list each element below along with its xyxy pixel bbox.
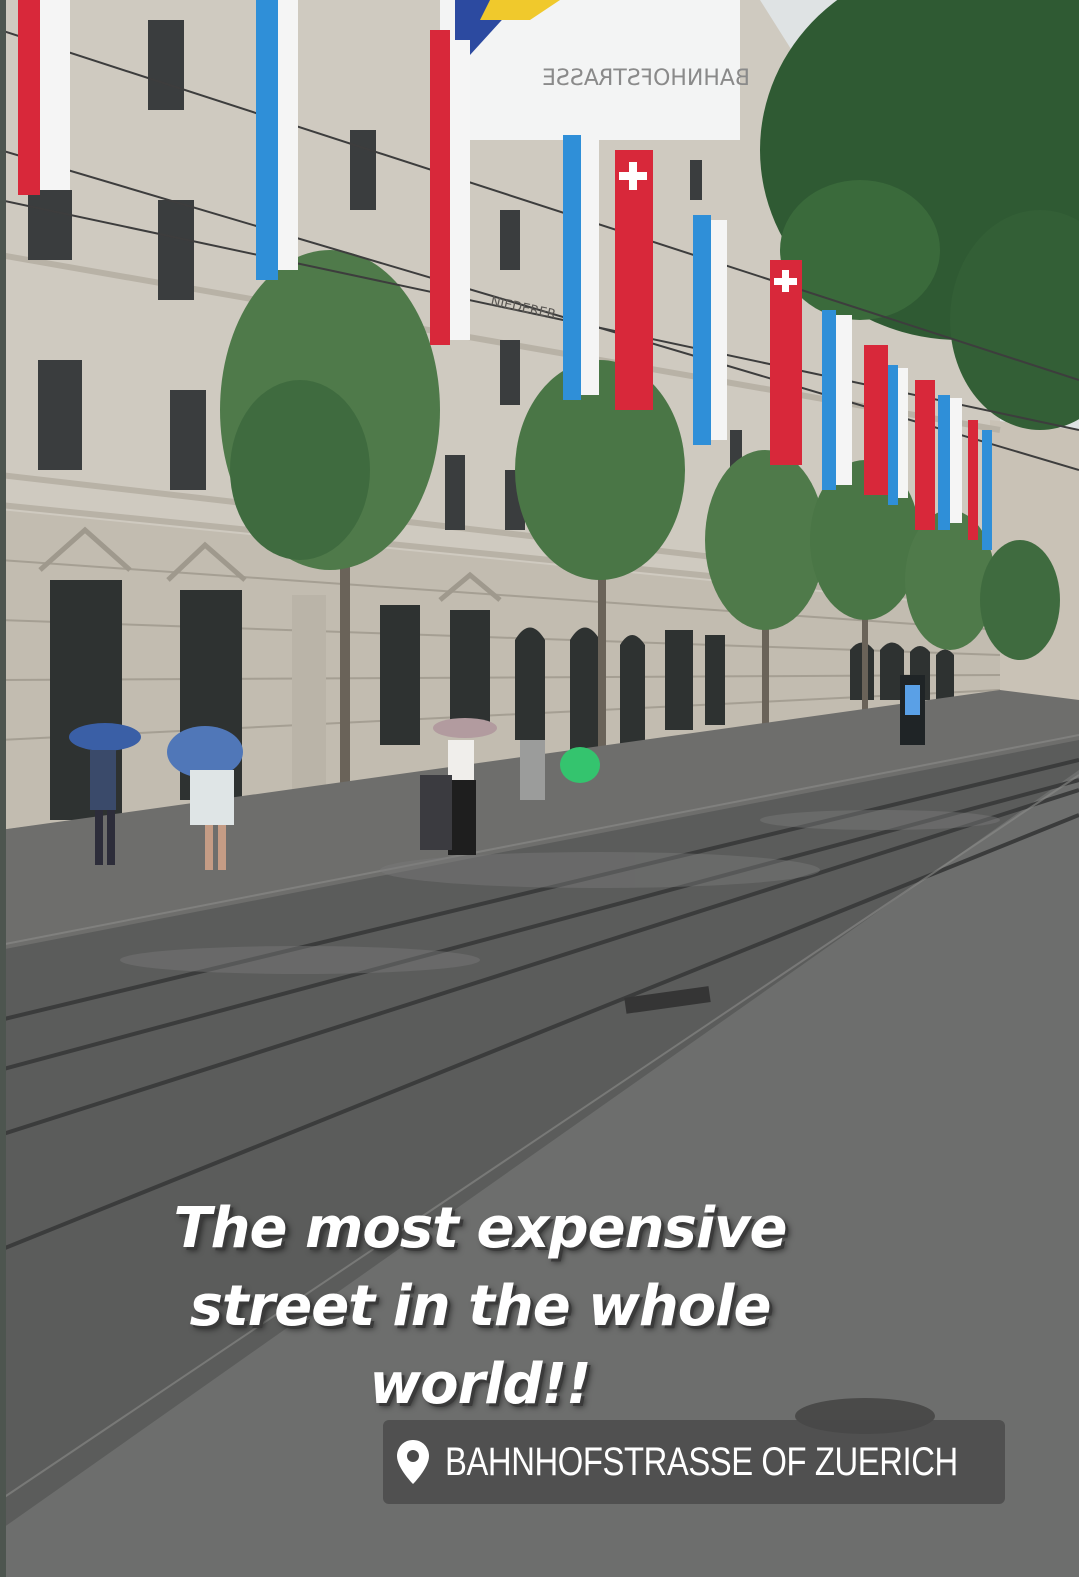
caption-line-2: street in the whole: [189, 1274, 772, 1339]
caption-line-1: The most expensive: [173, 1196, 787, 1261]
left-border: [0, 0, 6, 1577]
location-pin-icon: [397, 1440, 429, 1484]
story-frame: BAHNHOFSTRASSE NIEDERER The most expensi…: [0, 0, 1079, 1577]
street-banner: BAHNHOFSTRASSE: [440, 0, 750, 140]
svg-text:BAHNHOFSTRASSE: BAHNHOFSTRASSE: [542, 66, 750, 91]
story-caption: The most expensive street in the whole w…: [60, 1190, 900, 1424]
location-sticker[interactable]: BAHNHOFSTRASSE OF ZUERICH: [383, 1420, 1005, 1504]
caption-line-3: world!!: [369, 1352, 591, 1417]
location-label: BAHNHOFSTRASSE OF ZUERICH: [445, 1439, 958, 1484]
